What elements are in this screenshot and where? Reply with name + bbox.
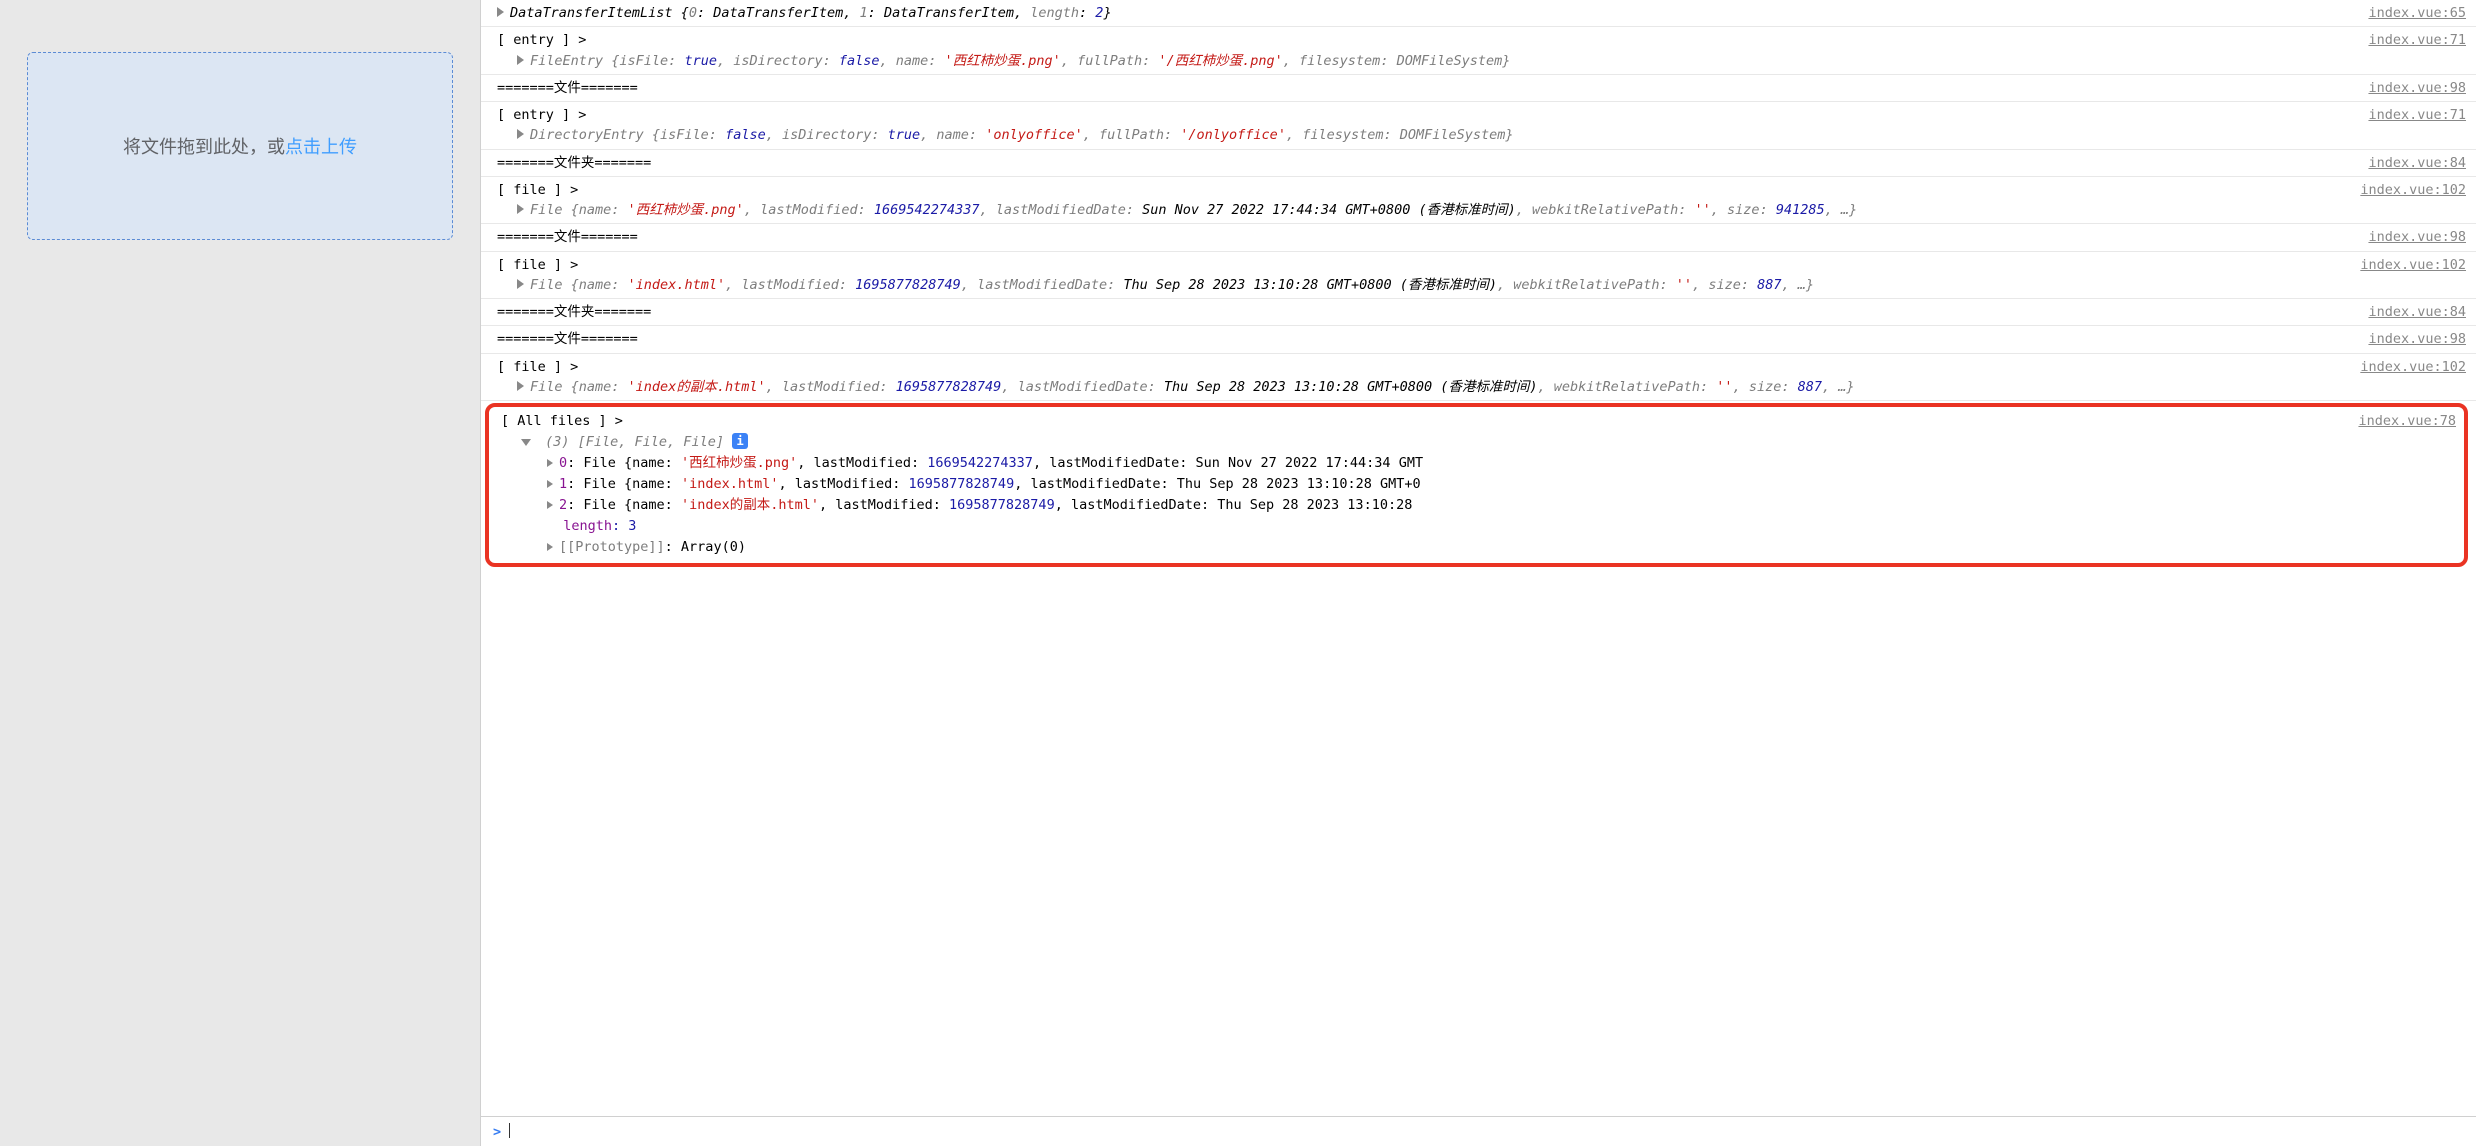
source-link[interactable]: index.vue:65 — [2368, 3, 2466, 23]
log-text: =======文件夹======= — [497, 155, 651, 171]
log-entry[interactable]: index.vue:102 [ file ] > File {name: 'in… — [481, 252, 2476, 300]
console-input-row[interactable]: > — [481, 1116, 2476, 1146]
upload-dropzone[interactable]: 将文件拖到此处，或点击上传 — [27, 52, 453, 240]
highlighted-log-entry[interactable]: index.vue:78 [ All files ] > (3) [File, … — [485, 403, 2468, 567]
log-entry[interactable]: index.vue:98 =======文件======= — [481, 326, 2476, 353]
expand-icon[interactable] — [517, 129, 524, 139]
input-cursor — [509, 1123, 510, 1138]
array-summary: (3) [File, File, File] — [545, 434, 724, 450]
log-entry[interactable]: index.vue:98 =======文件======= — [481, 224, 2476, 251]
upload-link[interactable]: 点击上传 — [285, 137, 357, 157]
log-tag: [ file ] > — [497, 182, 578, 198]
log-entry[interactable]: index.vue:102 [ file ] > File {name: '西红… — [481, 177, 2476, 225]
log-entry[interactable]: index.vue:65 DataTransferItemList {0: Da… — [481, 0, 2476, 27]
log-entry[interactable]: index.vue:102 [ file ] > File {name: 'in… — [481, 354, 2476, 402]
source-link[interactable]: index.vue:71 — [2368, 105, 2466, 125]
log-text: =======文件======= — [497, 80, 638, 96]
source-link[interactable]: index.vue:102 — [2360, 180, 2466, 200]
expand-icon[interactable] — [547, 480, 553, 488]
log-entry[interactable]: index.vue:84 =======文件夹======= — [481, 299, 2476, 326]
source-link[interactable]: index.vue:78 — [2358, 411, 2456, 432]
source-link[interactable]: index.vue:102 — [2360, 255, 2466, 275]
page-preview-pane: 将文件拖到此处，或点击上传 — [0, 0, 480, 1146]
source-link[interactable]: index.vue:84 — [2368, 302, 2466, 322]
log-tag: [ entry ] > — [497, 107, 586, 123]
collapse-icon[interactable] — [521, 439, 531, 446]
source-link[interactable]: index.vue:84 — [2368, 153, 2466, 173]
log-tag: [ All files ] > — [501, 413, 623, 429]
expand-icon[interactable] — [517, 204, 524, 214]
log-text: =======文件======= — [497, 229, 638, 245]
prototype-key: [[Prototype]] — [559, 539, 665, 555]
source-link[interactable]: index.vue:98 — [2368, 227, 2466, 247]
log-text: =======文件======= — [497, 331, 638, 347]
expand-icon[interactable] — [547, 543, 553, 551]
devtools-console-pane: index.vue:65 DataTransferItemList {0: Da… — [480, 0, 2476, 1146]
source-link[interactable]: index.vue:98 — [2368, 78, 2466, 98]
expand-icon[interactable] — [547, 459, 553, 467]
log-entry[interactable]: index.vue:71 [ entry ] > FileEntry {isFi… — [481, 27, 2476, 75]
info-icon[interactable]: i — [732, 433, 748, 449]
expand-icon[interactable] — [517, 55, 524, 65]
length-key: length — [563, 518, 612, 534]
expand-icon[interactable] — [547, 501, 553, 509]
log-entry[interactable]: index.vue:71 [ entry ] > DirectoryEntry … — [481, 102, 2476, 150]
log-tag: [ entry ] > — [497, 32, 586, 48]
console-log-list: index.vue:65 DataTransferItemList {0: Da… — [481, 0, 2476, 1116]
expand-icon[interactable] — [497, 7, 504, 17]
source-link[interactable]: index.vue:71 — [2368, 30, 2466, 50]
expand-icon[interactable] — [517, 279, 524, 289]
log-entry[interactable]: index.vue:84 =======文件夹======= — [481, 150, 2476, 177]
log-text: =======文件夹======= — [497, 304, 651, 320]
log-tag: [ file ] > — [497, 257, 578, 273]
dropzone-text: 将文件拖到此处，或 — [123, 137, 285, 157]
log-entry[interactable]: index.vue:98 =======文件======= — [481, 75, 2476, 102]
expand-icon[interactable] — [517, 381, 524, 391]
log-object: DataTransferItemList {0: DataTransferIte… — [510, 5, 1112, 21]
prompt-caret-icon: > — [493, 1124, 501, 1140]
log-tag: [ file ] > — [497, 359, 578, 375]
source-link[interactable]: index.vue:98 — [2368, 329, 2466, 349]
source-link[interactable]: index.vue:102 — [2360, 357, 2466, 377]
